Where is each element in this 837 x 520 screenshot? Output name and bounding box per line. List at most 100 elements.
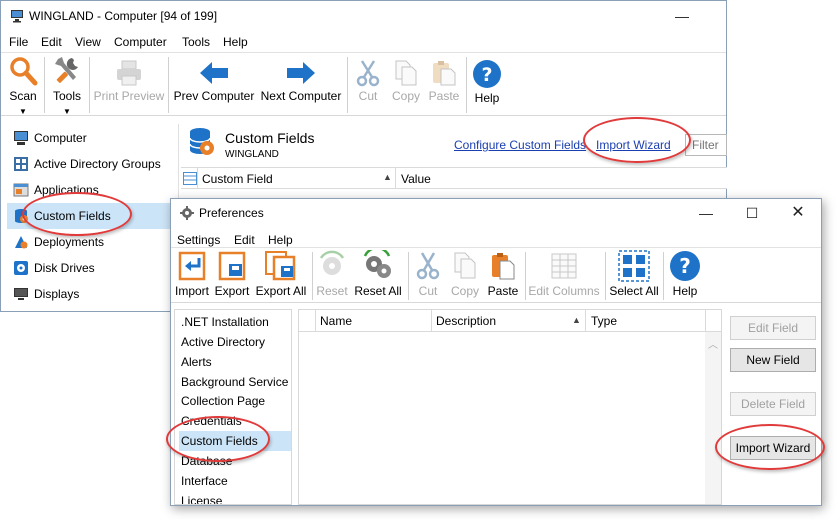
toolbar-separator [44,57,45,113]
content-subheading: WINGLAND [225,149,279,160]
select-all-button[interactable]: Select All [608,250,660,298]
menu-help[interactable]: Help [223,35,248,49]
dropdown-arrow-icon: ▼ [19,107,27,116]
svg-text:?: ? [679,254,691,278]
toolbar-separator [466,57,467,113]
configure-custom-fields-link[interactable]: Configure Custom Fields [454,138,586,152]
column-description[interactable]: Description [436,314,496,328]
copy-button[interactable]: Copy [387,59,425,103]
help-button[interactable]: ? Help [667,250,703,298]
column-value[interactable]: Value [401,172,431,186]
prev-computer-button[interactable]: Prev Computer [171,59,257,103]
scan-button[interactable]: Scan ▼ [5,55,41,117]
new-field-button[interactable]: New Field [730,348,816,372]
computer-icon [14,131,28,145]
arrow-left-icon [200,62,228,84]
print-preview-button[interactable]: Print Preview [91,59,167,103]
category-alerts[interactable]: Alerts [181,352,212,372]
arrow-right-icon [287,62,315,84]
menu-edit[interactable]: Edit [234,233,255,247]
paste-icon [492,253,515,280]
edit-field-button[interactable]: Edit Field [730,316,816,340]
preferences-title: Preferences [199,206,264,220]
maximize-button[interactable]: ☐ [729,199,775,227]
copy-icon [395,60,417,86]
magnifier-icon [10,57,38,86]
column-type[interactable]: Type [591,314,617,328]
menu-view[interactable]: View [75,35,101,49]
highlight-oval-category-custom-fields [166,416,270,462]
menu-file[interactable]: File [9,35,28,49]
delete-field-button[interactable]: Delete Field [730,392,816,416]
toolbar-separator [525,252,526,300]
paste-button[interactable]: Paste [425,59,463,103]
minimize-button[interactable]: — [659,1,705,31]
minimize-button[interactable]: — [683,199,729,227]
sort-up-icon: ▲ [572,315,581,325]
export-button[interactable]: Export [213,250,251,298]
toolbar-separator [663,252,664,300]
category-collection-page[interactable]: Collection Page [181,391,265,411]
scroll-up-icon[interactable]: ︿ [708,336,718,351]
toolbar-separator [168,57,169,113]
category-interface[interactable]: Interface [181,471,228,491]
preference-category-list: .NET Installation Active Directory Alert… [174,309,292,505]
copy-icon [454,252,476,279]
dropdown-arrow-icon: ▼ [63,107,71,116]
svg-text:?: ? [481,64,492,86]
close-button[interactable]: ✕ [775,199,821,227]
main-window-title: WINGLAND - Computer [94 of 199] [29,9,218,23]
fields-grid-header: Name Description ▲ Type [299,310,721,332]
custom-field-grid-header: Custom Field ▲ Value [181,167,727,189]
menu-edit[interactable]: Edit [41,35,62,49]
edit-columns-button[interactable]: Edit Columns [527,250,601,298]
menu-computer[interactable]: Computer [114,35,167,49]
column-name[interactable]: Name [320,314,352,328]
paste-icon [433,61,456,86]
category-license[interactable]: License [181,491,222,504]
export-all-button[interactable]: Export All [253,250,309,298]
menu-help[interactable]: Help [268,233,293,247]
next-computer-button[interactable]: Next Computer [258,59,344,103]
table-icon [551,253,577,279]
reset-all-button[interactable]: Reset All [352,250,404,298]
vertical-scrollbar[interactable]: ︿ [705,332,721,504]
nav-item-displays[interactable]: Displays [7,281,177,307]
toolbar-separator [605,252,606,300]
menu-settings[interactable]: Settings [177,233,220,247]
scissors-icon [356,60,380,87]
copy-button[interactable]: Copy [447,250,483,298]
export-all-icon [265,251,296,281]
import-button[interactable]: Import [173,250,211,298]
menu-tools[interactable]: Tools [182,35,210,49]
nav-item-computer[interactable]: Computer [7,125,177,151]
import-icon [178,251,206,281]
category-active-directory[interactable]: Active Directory [181,332,265,352]
computer-icon [11,10,23,23]
column-custom-field[interactable]: Custom Field [202,172,273,186]
cut-button[interactable]: Cut [351,59,385,103]
preferences-title-bar: Preferences — ☐ ✕ [171,199,821,227]
database-gear-icon [189,128,214,155]
highlight-oval-import-wizard-button [715,424,825,470]
category-background-service[interactable]: Background Service [181,372,288,392]
help-button[interactable]: ? Help [469,59,505,105]
reset-button[interactable]: Reset [314,250,350,298]
reset-icon [319,250,345,275]
tools-button[interactable]: Tools ▼ [49,55,85,117]
paste-button[interactable]: Paste [485,250,521,298]
toolbar-separator [312,252,313,300]
category-net-installation[interactable]: .NET Installation [181,312,269,332]
sort-up-icon: ▲ [383,172,392,182]
disk-drives-icon [14,261,28,275]
toolbar-separator [408,252,409,300]
preferences-toolbar: Import Export Export All Reset Reset All… [171,247,821,303]
filter-input[interactable] [685,134,727,156]
export-icon [218,251,246,281]
printer-icon [117,60,141,86]
cut-button[interactable]: Cut [411,250,445,298]
nav-item-disk-drives[interactable]: Disk Drives [7,255,177,281]
nav-item-active-directory-groups[interactable]: Active Directory Groups [7,151,177,177]
ad-groups-icon [14,157,28,171]
toolbar-separator [89,57,90,113]
